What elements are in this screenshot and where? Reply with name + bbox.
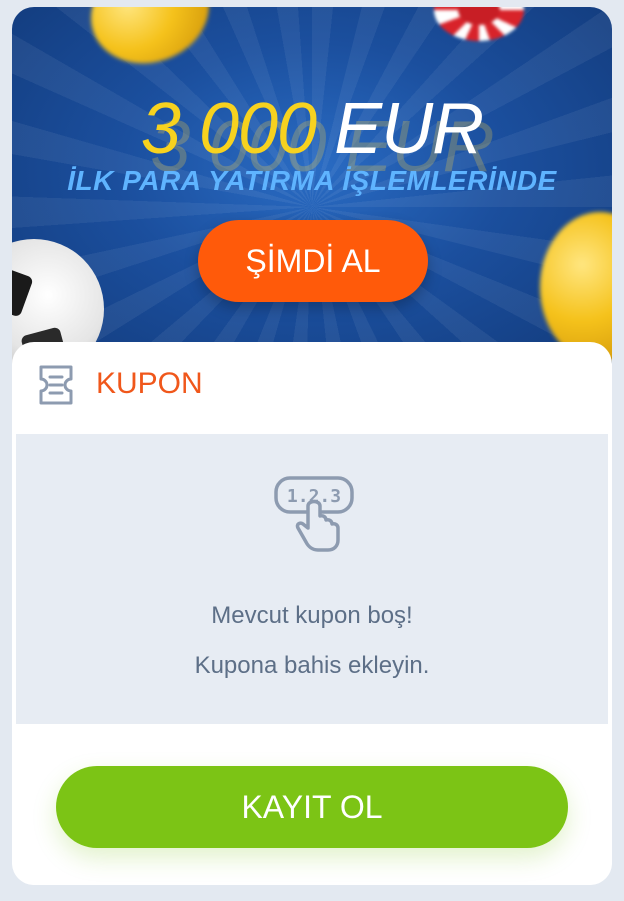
promo-amount-value: 3 000 [140, 89, 317, 169]
promo-subtitle: İLK PARA YATIRMA İŞLEMLERİNDE [67, 165, 557, 196]
coupon-empty-state: 1.2.3 Mevcut kupon boş! Kupona bahis ekl… [16, 434, 608, 724]
claim-bonus-button[interactable]: ŞİMDİ AL [198, 220, 428, 302]
coupon-header: KUPON [12, 342, 612, 426]
coupon-panel: KUPON 1.2.3 Mevcut kupon boş! Kupona bah… [12, 342, 612, 885]
keypad-finger-icon: 1.2.3 [274, 476, 354, 552]
coupon-title: KUPON [96, 367, 203, 400]
register-button[interactable]: KAYIT OL [56, 766, 568, 848]
promo-amount: 3 000 EUR [12, 89, 612, 169]
promo-banner[interactable]: 3 000 EUR 3 000 EUR İLK PARA YATIRMA İŞLE… [12, 7, 612, 367]
betslip-widget: 3 000 EUR 3 000 EUR İLK PARA YATIRMA İŞLE… [12, 7, 612, 885]
ticket-icon [39, 365, 73, 405]
empty-coupon-message: Mevcut kupon boş! [211, 602, 413, 629]
promo-currency: EUR [334, 89, 484, 169]
empty-coupon-hint: Kupona bahis ekleyin. [194, 652, 430, 679]
